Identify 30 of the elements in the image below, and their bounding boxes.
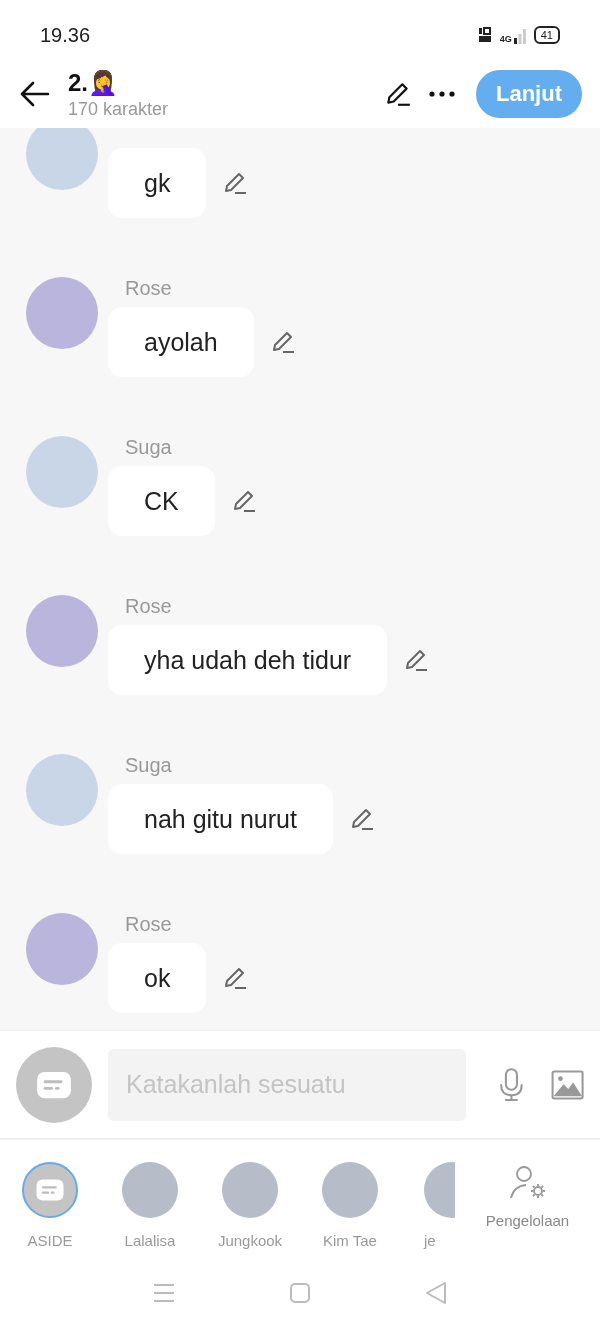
- avatar-photo-placeholder: [26, 128, 98, 190]
- character-chip[interactable]: Kim Tae: [300, 1162, 400, 1249]
- user-settings-icon: [507, 1164, 548, 1200]
- message-bubble: CK: [108, 466, 215, 536]
- network-type: 4G: [499, 34, 512, 44]
- manage-button[interactable]: Pengelolaan: [455, 1164, 600, 1229]
- character-name: Rose: [125, 913, 173, 935]
- character-name: Rose: [125, 595, 173, 617]
- clock-time: 19.36: [40, 23, 91, 47]
- next-button[interactable]: Lanjut: [476, 70, 582, 118]
- story-title: 2.🤦‍♀: [68, 68, 119, 97]
- caption-icon: [35, 1069, 73, 1100]
- character-name: Rose: [125, 277, 173, 299]
- caption-icon: [35, 1178, 65, 1202]
- character-name: Suga: [125, 436, 173, 458]
- signal-icon: [513, 26, 526, 44]
- message-bubble: yha udah deh tidur: [108, 625, 388, 695]
- character-name: Suga: [125, 754, 173, 776]
- character-count: 170 karakter: [68, 98, 170, 120]
- message-bubble: ok: [108, 943, 207, 1013]
- edit-icon[interactable]: [384, 80, 412, 108]
- volte-icon: [477, 26, 492, 44]
- character-chip[interactable]: Jungkook: [200, 1162, 300, 1249]
- message-bubble: nah gitu nurut: [108, 784, 333, 854]
- message-bubble: gk: [108, 148, 207, 218]
- character-chip[interactable]: Lalalisa: [100, 1162, 200, 1249]
- message-bubble: ayolah: [108, 307, 254, 377]
- character-chip[interactable]: ASIDE: [0, 1162, 100, 1249]
- character-chip[interactable]: je: [400, 1162, 455, 1249]
- battery-level: 41: [533, 26, 560, 44]
